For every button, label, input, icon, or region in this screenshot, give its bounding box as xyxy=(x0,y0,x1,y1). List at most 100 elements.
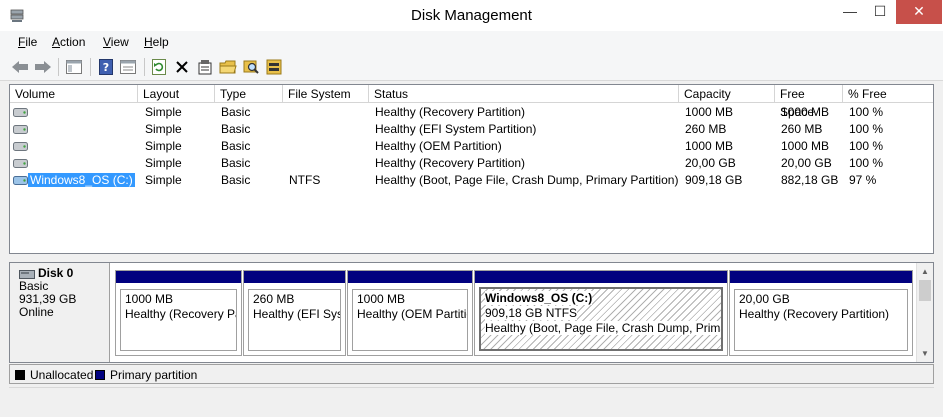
open-button[interactable] xyxy=(218,57,238,77)
refresh-button[interactable] xyxy=(149,57,169,77)
partition-body: 1000 MB Healthy (OEM Partitic xyxy=(352,289,468,351)
volume-layout: Simple xyxy=(145,105,182,119)
minimize-button[interactable]: — xyxy=(836,0,864,24)
menu-action-label: ction xyxy=(60,35,86,49)
properties-button[interactable] xyxy=(195,57,215,77)
volume-free-space: 260 MB xyxy=(781,122,823,136)
volume-row-selected[interactable]: Windows8_OS (C:) Simple Basic NTFS Healt… xyxy=(10,172,933,189)
partition-body: 1000 MB Healthy (Recovery Pa xyxy=(120,289,237,351)
partition-size: 1000 MB xyxy=(357,292,406,306)
partition-title: Windows8_OS (C:) xyxy=(485,291,717,306)
menu-help-label: elp xyxy=(152,35,169,49)
volume-row[interactable]: Simple Basic Healthy (EFI System Partiti… xyxy=(10,121,933,138)
help-button[interactable]: ? xyxy=(96,57,116,77)
volume-capacity: 260 MB xyxy=(685,122,727,136)
drive-icon xyxy=(13,108,28,117)
volume-type: Basic xyxy=(221,105,251,119)
legend-label: Unallocated xyxy=(30,368,94,382)
partition-block[interactable]: 260 MB Healthy (EFI Syst xyxy=(243,270,346,356)
volume-status: Healthy (OEM Partition) xyxy=(375,139,502,153)
partition-bar xyxy=(244,271,345,283)
partition-bar xyxy=(348,271,472,283)
close-button[interactable]: ✕ xyxy=(896,0,942,24)
column-header-volume[interactable]: Volume xyxy=(10,85,138,103)
volume-layout: Simple xyxy=(145,122,182,136)
volume-layout: Simple xyxy=(145,156,182,170)
disk-properties-icon xyxy=(266,59,282,75)
volume-status: Healthy (EFI System Partition) xyxy=(375,122,537,136)
show-hide-console-tree-button[interactable] xyxy=(64,57,84,77)
volume-row[interactable]: Simple Basic Healthy (Recovery Partition… xyxy=(10,104,933,121)
column-header-type[interactable]: Type xyxy=(215,85,283,103)
explore-icon xyxy=(243,60,259,74)
volume-free-space: 1000 MB xyxy=(781,139,830,153)
back-button[interactable] xyxy=(10,57,30,77)
primary-partition-swatch xyxy=(95,370,105,380)
volume-status: Healthy (Recovery Partition) xyxy=(375,156,526,170)
disk-properties-button[interactable] xyxy=(264,57,284,77)
disk-map-scrollbar[interactable]: ▲ ▼ xyxy=(916,263,933,362)
partition-block[interactable]: 20,00 GB Healthy (Recovery Partition) xyxy=(729,270,913,356)
column-header-layout[interactable]: Layout xyxy=(138,85,215,103)
properties-pane-button[interactable] xyxy=(118,57,138,77)
partition-status: Healthy (Boot, Page File, Crash Dump, Pr… xyxy=(485,321,721,336)
maximize-button[interactable]: ☐ xyxy=(866,0,894,24)
volume-capacity: 909,18 GB xyxy=(685,173,743,187)
volume-capacity: 20,00 GB xyxy=(685,156,736,170)
explore-button[interactable] xyxy=(241,57,261,77)
menu-action[interactable]: Action xyxy=(52,35,85,49)
menu-action-mnemonic: A xyxy=(52,35,61,49)
open-folder-icon xyxy=(219,60,237,74)
title-bar: Disk Management — ☐ ✕ xyxy=(0,0,943,31)
help-icon: ? xyxy=(99,59,113,75)
partition-body: 260 MB Healthy (EFI Syst xyxy=(248,289,341,351)
volume-type: Basic xyxy=(221,173,251,187)
partition-bar xyxy=(730,271,912,283)
partition-title-text: Windows8_OS (C:) xyxy=(485,291,593,305)
toolbar-separator xyxy=(58,58,59,76)
scroll-down-icon[interactable]: ▼ xyxy=(917,345,933,362)
partition-block[interactable]: 1000 MB Healthy (OEM Partitic xyxy=(347,270,473,356)
pane-splitter[interactable] xyxy=(0,254,943,262)
partition-size: 260 MB xyxy=(253,292,295,306)
partition-block-selected[interactable]: Windows8_OS (C:) 909,18 GB NTFS Healthy … xyxy=(474,270,728,356)
legend-unallocated: Unallocated xyxy=(15,368,93,382)
column-header-file-system[interactable]: File System xyxy=(283,85,369,103)
properties-icon xyxy=(198,60,212,75)
column-header-free-space[interactable]: Free Space xyxy=(775,85,843,119)
partition-status-text: Healthy (Boot, Page File, Crash Dump, Pr… xyxy=(485,321,721,335)
delete-button[interactable] xyxy=(172,57,192,77)
scroll-thumb[interactable] xyxy=(919,280,931,301)
column-header-capacity[interactable]: Capacity xyxy=(679,85,775,103)
svg-text:?: ? xyxy=(103,61,109,74)
column-header-percent-free[interactable]: % Free xyxy=(843,85,933,103)
partition-block[interactable]: 1000 MB Healthy (Recovery Pa xyxy=(115,270,242,356)
toolbar-separator xyxy=(144,58,145,76)
disk-map[interactable]: Disk 0 Basic 931,39 GB Online 1000 MB He… xyxy=(9,262,934,363)
partition-size: 20,00 GB xyxy=(739,292,790,306)
menu-view[interactable]: View xyxy=(103,35,129,49)
legend: Unallocated Primary partition xyxy=(9,364,934,384)
volume-row[interactable]: Simple Basic Healthy (Recovery Partition… xyxy=(10,155,933,172)
scroll-up-icon[interactable]: ▲ xyxy=(917,263,933,280)
volume-free-space: 20,00 GB xyxy=(781,156,832,170)
volume-percent-free: 100 % xyxy=(849,105,884,119)
column-header-status[interactable]: Status xyxy=(369,85,679,103)
unallocated-swatch xyxy=(15,370,25,380)
partition-bar xyxy=(116,271,241,283)
volume-type: Basic xyxy=(221,156,251,170)
hard-disk-icon xyxy=(19,269,35,279)
menu-help[interactable]: Help xyxy=(144,35,169,49)
volume-list[interactable]: Volume Layout Type File System Status Ca… xyxy=(9,84,934,254)
partition-status: Healthy (Recovery Pa xyxy=(125,307,237,321)
volume-capacity: 1000 MB xyxy=(685,105,734,119)
partition-size: 909,18 GB NTFS xyxy=(485,306,717,321)
legend-primary-partition: Primary partition xyxy=(95,368,197,382)
disk-info[interactable]: Disk 0 Basic 931,39 GB Online xyxy=(10,263,110,362)
forward-button[interactable] xyxy=(33,57,53,77)
menu-file[interactable]: File xyxy=(18,35,37,49)
partition-status: Healthy (OEM Partitic xyxy=(357,307,468,321)
partition-size: 1000 MB xyxy=(125,292,174,306)
volume-row[interactable]: Simple Basic Healthy (OEM Partition) 100… xyxy=(10,138,933,155)
menu-help-mnemonic: H xyxy=(144,35,153,49)
